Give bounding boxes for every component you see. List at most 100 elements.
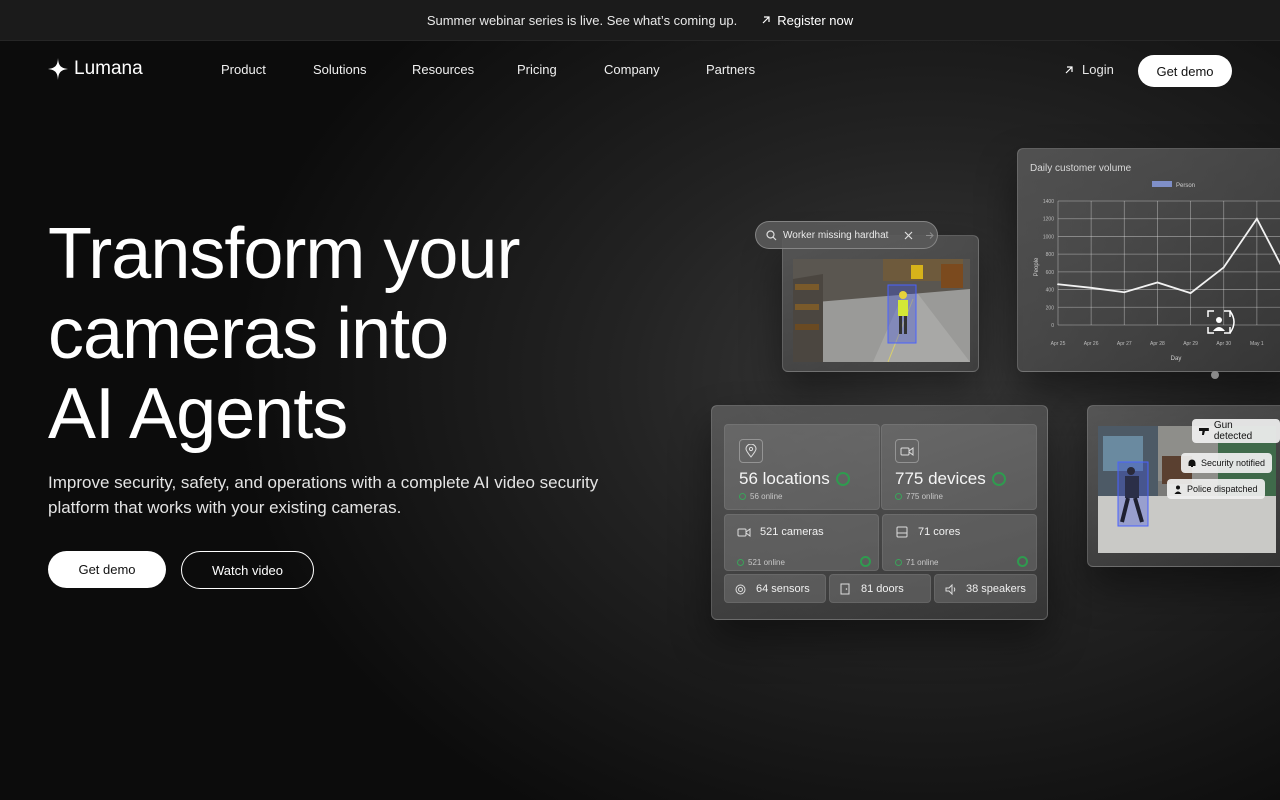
cameras-stat: 521 cameras 521 online (724, 514, 879, 571)
data-point (1255, 217, 1258, 220)
doors-stat: 81 doors (829, 574, 931, 603)
warehouse-camera-feed (793, 259, 970, 362)
announcement-bar: Summer webinar series is live. See what’… (0, 0, 1280, 41)
hero-title-line: cameras into (48, 294, 449, 374)
y-axis-label: People (1034, 257, 1040, 276)
legend-swatch (1152, 181, 1172, 187)
x-tick-label: May 1 (1250, 341, 1264, 347)
devices-count: 775 devices (895, 469, 986, 488)
camera-icon (895, 439, 919, 463)
device-stats-card: 56 locations 56 online 775 devices 775 o… (711, 405, 1048, 620)
arrow-right-icon (926, 231, 935, 239)
login-label: Login (1082, 62, 1114, 77)
police-dispatched-label: Police dispatched (1187, 484, 1258, 494)
register-now-link[interactable]: Register now (761, 13, 853, 28)
search-icon (766, 229, 777, 240)
legend-label: Person (1176, 183, 1195, 189)
brand-logo[interactable]: Lumana (48, 58, 143, 80)
x-tick-label: Apr 30 (1216, 341, 1231, 347)
officer-icon (1174, 485, 1182, 494)
check-circle-icon (739, 493, 746, 500)
cores-online: 71 online (906, 558, 939, 567)
watch-video-button[interactable]: Watch video (181, 551, 314, 589)
y-tick-label: 800 (1046, 252, 1055, 258)
devices-stat: 775 devices 775 online (881, 424, 1037, 510)
nav-item-pricing[interactable]: Pricing (517, 62, 604, 77)
y-tick-label: 600 (1046, 270, 1055, 276)
video-camera-icon (737, 528, 751, 537)
y-tick-label: 200 (1046, 305, 1055, 311)
main-nav: Lumana Product Solutions Resources Prici… (0, 41, 1280, 101)
login-link[interactable]: Login (1064, 62, 1114, 77)
search-pill[interactable]: Worker missing hardhat (755, 221, 938, 249)
data-point (1156, 281, 1159, 284)
devices-online: 775 online (906, 492, 943, 501)
server-icon (896, 526, 908, 538)
x-tick-label: Apr 27 (1117, 341, 1132, 347)
arrow-up-right-icon (1065, 65, 1073, 73)
nav-item-resources[interactable]: Resources (412, 62, 517, 77)
x-tick-label: Apr 29 (1183, 341, 1198, 347)
x-tick-label: Apr 26 (1084, 341, 1099, 347)
cores-count: 71 cores (918, 526, 961, 538)
y-tick-label: 1400 (1043, 199, 1054, 205)
brand-name: Lumana (74, 58, 143, 79)
data-point (1057, 283, 1059, 286)
check-circle-icon (737, 559, 744, 566)
nav-item-solutions[interactable]: Solutions (313, 62, 412, 77)
check-circle-icon (895, 493, 902, 500)
online-ring-icon (991, 472, 1006, 486)
speaker-icon (945, 584, 956, 595)
sensors-count: 64 sensors (756, 583, 810, 595)
locations-stat: 56 locations 56 online (724, 424, 880, 510)
check-circle-icon (895, 559, 902, 566)
locations-count: 56 locations (739, 469, 830, 488)
hero-actions: Get demo Watch video (48, 551, 314, 589)
search-query: Worker missing hardhat (783, 229, 889, 241)
online-ring-icon (1017, 556, 1028, 567)
sparkle-logo-icon (48, 58, 68, 80)
speakers-count: 38 speakers (966, 583, 1026, 595)
locations-online: 56 online (750, 492, 783, 501)
nav-menu: Product Solutions Resources Pricing Comp… (221, 62, 755, 77)
x-tick-label: Apr 28 (1150, 341, 1165, 347)
speakers-stat: 38 speakers (934, 574, 1037, 603)
bell-icon (1188, 459, 1196, 467)
nav-item-partners[interactable]: Partners (706, 62, 755, 77)
y-tick-label: 0 (1051, 323, 1054, 329)
hero-subtitle: Improve security, safety, and operations… (48, 473, 599, 517)
y-tick-label: 1000 (1043, 234, 1054, 240)
sensors-stat: 64 sensors (724, 574, 826, 603)
nav-item-product[interactable]: Product (221, 62, 313, 77)
warehouse-image (793, 259, 970, 362)
y-tick-label: 1200 (1043, 217, 1054, 223)
security-notified-label: Security notified (1201, 458, 1266, 468)
nav-get-demo-button[interactable]: Get demo (1138, 55, 1232, 87)
hero-get-demo-button[interactable]: Get demo (48, 551, 166, 588)
x-tick-label: Apr 25 (1051, 341, 1066, 347)
data-point (1123, 291, 1126, 294)
x-axis-label: Day (1171, 356, 1182, 362)
line-chart: Person 0 200 400 600 800 1000 1200 1400 Apr 25 Apr… (1034, 181, 1280, 362)
register-now-label: Register now (777, 12, 854, 28)
data-point (1189, 292, 1192, 295)
online-ring-icon (860, 556, 871, 567)
police-dispatched-alert[interactable]: Police dispatched (1167, 479, 1265, 499)
close-icon[interactable] (904, 231, 913, 240)
arrow-up-right-icon (762, 16, 770, 24)
gun-detected-label: Gun detected (1213, 420, 1253, 442)
announcement-text: Summer webinar series is live. See what’… (426, 12, 738, 28)
door-icon (840, 583, 850, 595)
cores-stat: 71 cores 71 online (882, 514, 1037, 571)
sensor-icon (735, 584, 746, 595)
map-pin-icon (739, 439, 763, 463)
nav-item-company[interactable]: Company (604, 62, 706, 77)
carousel-dot[interactable] (1211, 371, 1219, 379)
cameras-online: 521 online (748, 558, 785, 567)
hero-title-line: AI Agents (48, 374, 348, 454)
gun-detected-alert[interactable]: Gun detected (1192, 419, 1280, 443)
y-tick-label: 400 (1046, 288, 1055, 294)
data-point (1222, 266, 1225, 269)
cameras-count: 521 cameras (760, 526, 824, 538)
security-notified-alert[interactable]: Security notified (1181, 453, 1273, 473)
